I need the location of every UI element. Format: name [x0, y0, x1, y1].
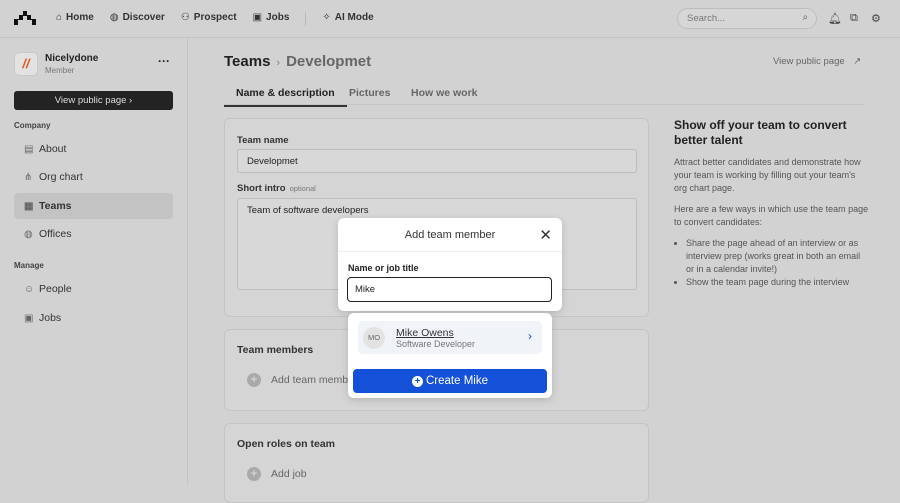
top-nav: ⌂ Home ◍ Discover ⚇ Prospect ▣ Jobs ✧ AI Mode…: [0, 0, 900, 38]
plus-icon: +: [247, 467, 261, 481]
add-team-member-modal: Add team member ✕ Name or job title Mike: [338, 218, 562, 311]
briefcase-icon: ▣: [24, 313, 34, 324]
nav-divider: [305, 12, 307, 26]
add-team-member-button[interactable]: + Add team member: [247, 373, 357, 387]
suggestions-dropdown: MO Mike Owens Software Developer › + Crea…: [348, 313, 552, 398]
team-members-title: Team members: [237, 344, 314, 356]
name-label: Name or job title: [348, 263, 419, 273]
tabs: Name & description Pictures How we work: [224, 83, 864, 107]
nav-prospect[interactable]: ⚇ Prospect: [181, 12, 237, 26]
chevron-right-icon: ›: [276, 57, 281, 69]
teams-icon: ▦: [24, 201, 34, 212]
open-roles-card: Open roles on team + Add job: [224, 423, 649, 503]
breadcrumb-teams[interactable]: Teams: [224, 53, 270, 70]
building-icon: ▤: [24, 144, 34, 155]
team-name-input[interactable]: Developmet: [237, 149, 637, 173]
ai-icon: ✧: [322, 12, 331, 23]
nav-home[interactable]: ⌂ Home: [56, 12, 94, 26]
sidebar-item-teams[interactable]: ▦ Teams: [14, 193, 173, 219]
intro-label: Short intro optional: [237, 183, 316, 194]
sidebar-item-org-chart[interactable]: ⋔ Org chart: [14, 164, 173, 190]
tab-how-we-work[interactable]: How we work: [411, 87, 478, 99]
briefcase-icon: ▣: [252, 12, 263, 23]
team-name-label: Team name: [237, 135, 289, 146]
org-chart-icon: ⋔: [24, 172, 33, 183]
view-public-page-button[interactable]: View public page ›: [14, 91, 173, 110]
nav-jobs[interactable]: ▣ Jobs: [253, 12, 290, 26]
section-manage: Manage: [14, 261, 44, 270]
add-job-button[interactable]: + Add job: [247, 467, 307, 481]
search-icon: ⌕: [802, 12, 808, 23]
chevron-right-icon: ›: [528, 329, 532, 343]
sidebar-item-about[interactable]: ▤ About: [14, 136, 173, 162]
org-logo: //: [14, 52, 38, 76]
info-title: Show off your team to convert better tal…: [674, 118, 847, 147]
inbox-icon[interactable]: ⧉: [850, 12, 858, 25]
external-link-icon: ↗: [853, 56, 862, 67]
globe-icon: ◍: [109, 12, 119, 23]
avatar: MO: [363, 327, 385, 349]
people-icon: ⚇: [180, 12, 190, 23]
nav-discover[interactable]: ◍ Discover: [110, 12, 165, 26]
tab-pictures[interactable]: Pictures: [349, 87, 390, 99]
more-icon[interactable]: ···: [158, 54, 170, 68]
sidebar: // Nicelydone Member ··· View public pag…: [0, 38, 188, 484]
nav-ai-mode[interactable]: ✧ AI Mode: [322, 12, 373, 26]
suggestion-name[interactable]: Mike Owens: [396, 327, 454, 339]
page-title: Teams › Developmet: [224, 53, 372, 70]
open-roles-title: Open roles on team: [237, 438, 336, 450]
plus-icon: +: [247, 373, 261, 387]
gear-icon[interactable]: ⚙: [871, 12, 881, 25]
close-icon[interactable]: ✕: [539, 226, 552, 244]
sidebar-item-offices[interactable]: ◍ Offices: [14, 221, 173, 247]
suggestion-item[interactable]: MO Mike Owens Software Developer ›: [358, 321, 542, 354]
create-button[interactable]: + Create Mike: [353, 369, 547, 393]
info-bullet: Share the page ahead of an interview or …: [686, 237, 869, 276]
search-input[interactable]: Search... ⌕: [677, 8, 817, 29]
suggestion-role: Software Developer: [396, 339, 476, 349]
info-paragraph: Here are a few ways in which use the tea…: [674, 204, 869, 227]
globe-icon: ◍: [24, 229, 33, 240]
person-icon: ☺: [24, 284, 35, 295]
org-name: Nicelydone: [45, 53, 99, 64]
sidebar-item-people[interactable]: ☺ People: [14, 276, 173, 302]
info-panel: Show off your team to convert better tal…: [674, 118, 869, 289]
info-paragraph: Attract better candidates and demonstrat…: [674, 157, 861, 193]
modal-title: Add team member: [338, 218, 562, 252]
home-icon: ⌂: [56, 12, 63, 23]
plus-circle-icon: +: [412, 376, 423, 387]
org-role: Member: [45, 66, 75, 75]
tab-name-description[interactable]: Name & description: [224, 87, 347, 107]
section-company: Company: [14, 121, 51, 130]
view-public-page-link[interactable]: View public page ↗: [773, 56, 861, 67]
sidebar-item-jobs[interactable]: ▣ Jobs: [14, 305, 173, 331]
name-input[interactable]: Mike: [347, 277, 552, 302]
logo-icon[interactable]: [14, 11, 36, 25]
bell-icon[interactable]: 🔔︎: [828, 12, 842, 25]
info-bullet: Show the team page during the interview: [686, 276, 869, 289]
